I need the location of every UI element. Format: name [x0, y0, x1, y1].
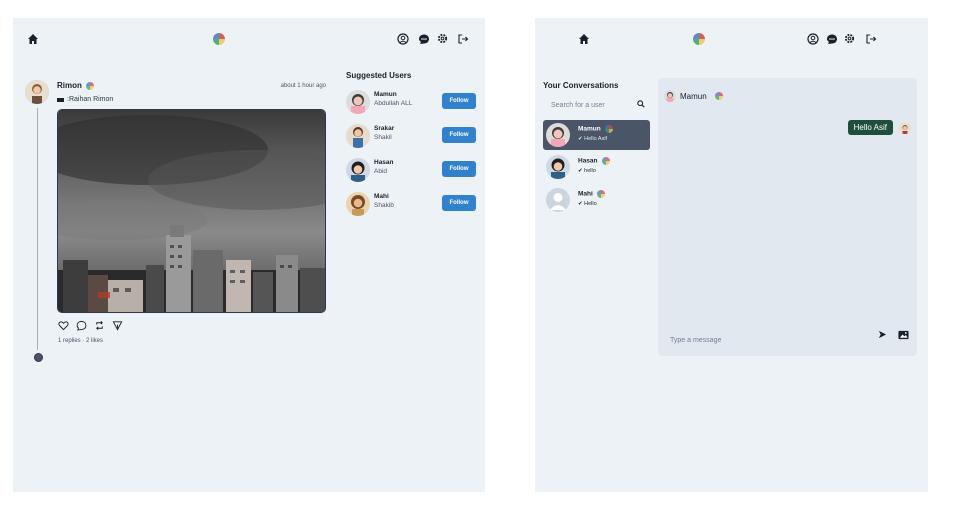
reply-avatar[interactable]	[34, 353, 43, 362]
chat-icon[interactable]	[417, 32, 430, 45]
check-icon: ✔	[578, 201, 583, 207]
verified-icon	[85, 81, 94, 90]
post-text: :Raihan Rimon	[57, 96, 113, 103]
user-handle: Shakil	[374, 134, 392, 141]
chat-window: Mamun Hello Asif Type a message	[658, 78, 917, 356]
message-row: Hello Asif	[847, 120, 911, 135]
check-icon: ✔	[578, 136, 583, 142]
chat-header: Mamun	[664, 90, 723, 102]
conversation-item[interactable]: Hasan ✔ hello	[543, 152, 650, 185]
verified-icon	[601, 157, 610, 165]
user-name: Mahi	[374, 193, 389, 200]
post-image[interactable]	[57, 109, 326, 313]
sender-avatar	[899, 122, 911, 134]
user-name: Mamun	[374, 91, 397, 98]
verified-icon	[596, 190, 605, 198]
conversation-name-text: Hasan	[578, 157, 598, 165]
repost-icon[interactable]	[93, 319, 105, 331]
comment-icon[interactable]	[75, 319, 87, 331]
conversation-name: Mahi	[578, 190, 605, 198]
user-avatar[interactable]	[346, 124, 370, 148]
post-time: about 1 hour ago	[280, 83, 326, 89]
post-stats[interactable]: 1 replies · 2 likes	[58, 338, 103, 344]
conversation-name-text: Mamun	[578, 125, 601, 133]
flag-icon	[57, 97, 64, 102]
feed-panel: Rimon about 1 hour ago :Raihan Rimon 1 r…	[13, 18, 485, 492]
chat-partner-name: Mamun	[680, 91, 707, 101]
user-avatar	[546, 188, 570, 212]
chat-partner-avatar	[664, 90, 676, 102]
post-author[interactable]: Rimon	[57, 81, 94, 90]
user-avatar	[546, 123, 570, 147]
share-icon[interactable]	[111, 319, 123, 331]
home-icon[interactable]	[577, 32, 591, 46]
user-name: Srakar	[374, 125, 395, 132]
user-avatar[interactable]	[346, 192, 370, 216]
user-avatar	[546, 155, 570, 179]
suggested-user[interactable]: Mamun Abdullah ALL Follow	[346, 88, 476, 122]
logout-icon[interactable]	[456, 32, 469, 45]
user-avatar[interactable]	[346, 158, 370, 182]
message-bubble[interactable]: Hello Asif	[847, 120, 893, 135]
follow-button[interactable]: Follow	[442, 195, 476, 211]
post-actions	[57, 319, 123, 331]
user-handle: Shakib	[374, 202, 394, 209]
home-icon[interactable]	[26, 32, 40, 46]
conversations-title: Your Conversations	[543, 81, 619, 90]
image-icon[interactable]	[898, 327, 909, 345]
verified-icon	[604, 125, 613, 133]
profile-icon[interactable]	[396, 32, 409, 45]
conversation-last-message: ✔ hello	[578, 168, 596, 174]
post-text-content: :Raihan Rimon	[67, 96, 114, 103]
user-handle: Abid	[374, 168, 388, 175]
suggested-users-list: Mamun Abdullah ALL Follow Srakar Shakil …	[346, 88, 476, 224]
settings-icon[interactable]	[436, 32, 449, 45]
follow-button[interactable]: Follow	[442, 93, 476, 109]
conversation-list: Mamun ✔ Hello Asif Hasan ✔ hello Mahi ✔ …	[543, 120, 650, 218]
profile-icon[interactable]	[806, 32, 819, 45]
search-input[interactable]: Search for a user	[543, 98, 651, 112]
user-name: Hasan	[374, 159, 394, 166]
settings-icon[interactable]	[843, 32, 856, 45]
last-message-text: Hello	[584, 201, 597, 207]
follow-button[interactable]: Follow	[442, 127, 476, 143]
last-message-text: Hello Asif	[584, 136, 608, 142]
conversation-item[interactable]: Mamun ✔ Hello Asif	[543, 120, 650, 150]
check-icon: ✔	[578, 168, 583, 174]
logo-icon[interactable]	[213, 33, 225, 45]
logout-icon[interactable]	[864, 32, 877, 45]
suggested-user[interactable]: Hasan Abid Follow	[346, 156, 476, 190]
conversation-last-message: ✔ Hello	[578, 201, 597, 207]
conversation-last-message: ✔ Hello Asif	[578, 136, 607, 142]
search-icon[interactable]	[637, 100, 645, 110]
conversation-name-text: Mahi	[578, 190, 593, 198]
conversation-name: Hasan	[578, 157, 610, 165]
chat-icon[interactable]	[825, 32, 838, 45]
post-author-name: Rimon	[57, 81, 82, 90]
verified-icon	[714, 92, 723, 100]
post-author-avatar[interactable]	[25, 80, 49, 104]
follow-button[interactable]: Follow	[442, 161, 476, 177]
like-icon[interactable]	[57, 319, 69, 331]
thread-line	[37, 108, 38, 350]
user-avatar[interactable]	[346, 90, 370, 114]
conversation-name: Mamun	[578, 125, 613, 133]
conversation-item[interactable]: Mahi ✔ Hello	[543, 185, 650, 218]
logo-icon[interactable]	[693, 33, 705, 45]
suggested-user[interactable]: Mahi Shakib Follow	[346, 190, 476, 224]
suggested-users-title: Suggested Users	[346, 71, 412, 80]
user-handle: Abdullah ALL	[374, 100, 413, 107]
last-message-text: hello	[584, 168, 596, 174]
send-icon[interactable]	[878, 326, 887, 344]
chat-panel: Your Conversations Search for a user Mam…	[535, 18, 928, 492]
message-input[interactable]: Type a message	[670, 337, 721, 344]
suggested-user[interactable]: Srakar Shakil Follow	[346, 122, 476, 156]
search-placeholder: Search for a user	[551, 101, 605, 109]
